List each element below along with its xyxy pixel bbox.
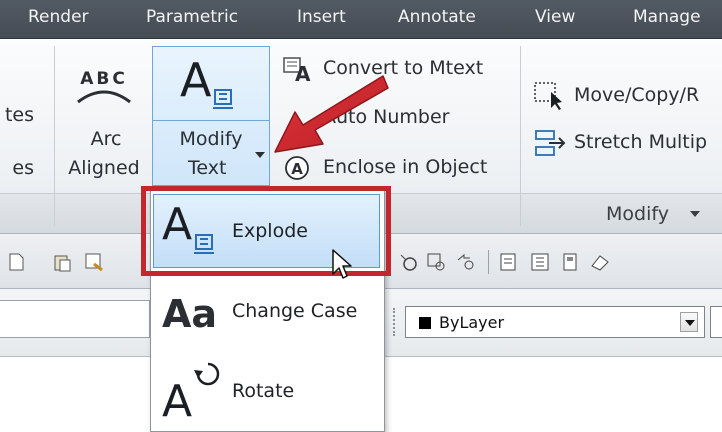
ribbon-tab-bar: Render Parametric Insert Annotate View M… [0,0,722,39]
modify-text-label-1: Modify [179,128,243,150]
zoom-window-icon[interactable] [426,252,446,272]
layer-combo[interactable] [0,300,150,338]
stretch-multiple-icon [535,130,566,156]
zoom-realtime-icon[interactable] [398,252,418,272]
svg-text:A: A [180,53,212,107]
move-copy-rotate-icon [534,82,562,110]
tab-annotate[interactable]: Annotate [398,7,476,27]
modify-panel-label: Modify [606,203,669,225]
modify-text-label-2: Text [188,157,227,179]
svg-text:Aa: Aa [162,292,217,335]
modify-text-split-line [152,120,270,121]
tab-manage[interactable]: Manage [633,7,701,27]
zoom-previous-icon[interactable] [456,252,476,272]
paste-icon[interactable] [52,252,72,272]
mouse-cursor-icon [332,249,352,279]
rotate-label: Rotate [232,380,295,402]
properties-icon[interactable] [498,252,518,272]
ribbon-separator [520,46,521,226]
arc-aligned-icon: ABC [77,69,131,104]
sheet-set-icon[interactable] [590,252,610,272]
color-swatch [419,317,431,329]
tool-palettes-icon[interactable] [560,252,580,272]
arc-aligned-label-2: Aligned [68,157,140,179]
color-value: ByLayer [439,313,505,332]
clipped-ribbon-label: es [12,157,34,179]
tab-insert[interactable]: Insert [297,7,346,27]
stretch-multiple-label: Stretch Multip [574,131,708,153]
callout-arrow-icon [274,75,389,153]
tab-render[interactable]: Render [28,7,89,27]
linetype-dropdown[interactable] [710,306,722,338]
change-case-label: Change Case [232,300,358,322]
match-properties-icon[interactable] [84,252,104,272]
move-copy-rotate-label: Move/Copy/R [574,84,700,106]
ribbon-separator [54,46,55,226]
toolbar-grip [393,308,397,336]
change-case-icon: Aa [162,292,217,335]
rotate-text-icon: A [162,362,220,424]
tab-parametric[interactable]: Parametric [146,7,238,27]
svg-text:ABC: ABC [80,69,128,89]
toolbar-separator [488,250,489,274]
new-sheet-icon[interactable] [6,252,26,272]
design-center-icon[interactable] [530,252,550,272]
color-control-dropdown[interactable]: ByLayer [405,306,705,338]
chevron-down-icon[interactable] [680,312,698,332]
clipped-ribbon-label: tes [4,104,34,126]
svg-text:A: A [162,376,192,424]
panel-expand-icon [690,211,700,217]
tab-view[interactable]: View [535,7,575,27]
arc-aligned-label-1: Arc [90,128,122,150]
modify-text-icon: A [180,53,233,109]
